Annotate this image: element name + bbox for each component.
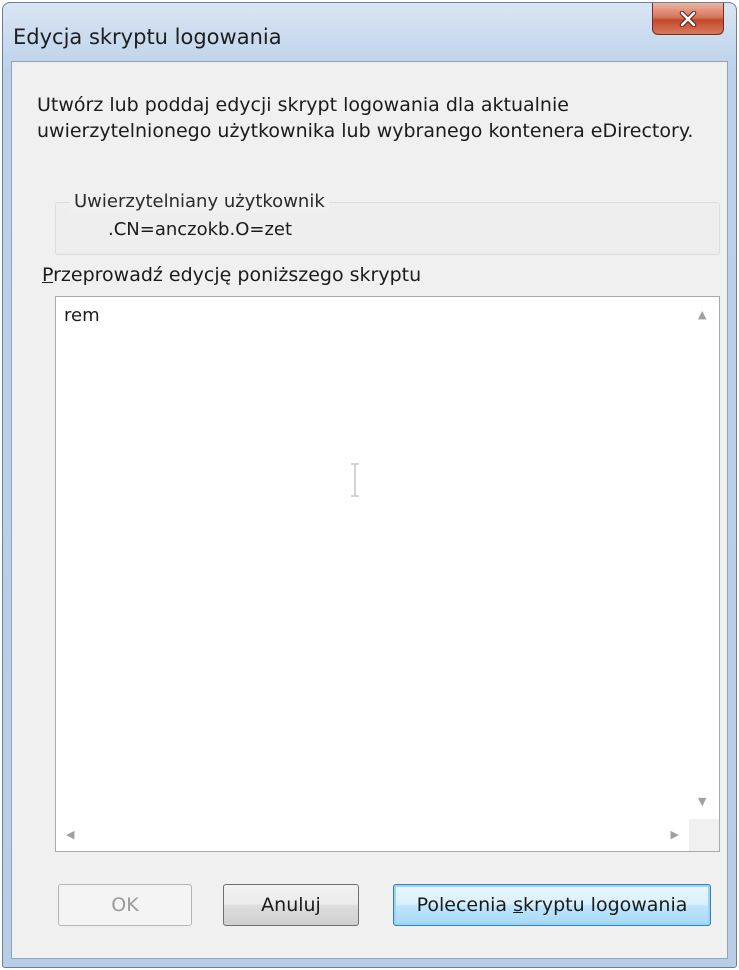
scroll-up-arrow-icon[interactable]: ▲ bbox=[698, 309, 706, 320]
script-editor-text[interactable]: rem bbox=[64, 305, 100, 326]
script-edit-label-text: rzeprowadź edycję poniższego skryptu bbox=[53, 264, 422, 286]
script-edit-label-accelerator: P bbox=[42, 264, 54, 286]
login-script-commands-button[interactable]: Polecenia s kryptu logowania bbox=[393, 884, 711, 926]
close-icon bbox=[679, 10, 697, 27]
window-title: Edycja skryptu logowania bbox=[13, 25, 282, 49]
scrollbar-corner bbox=[689, 819, 719, 851]
commands-button-label-post: kryptu logowania bbox=[523, 894, 688, 916]
horizontal-scrollbar[interactable]: ◀ ▶ bbox=[56, 819, 689, 851]
ok-button-label: OK bbox=[111, 894, 139, 916]
ok-button[interactable]: OK bbox=[58, 884, 192, 926]
vertical-scrollbar[interactable]: ▲ ▼ bbox=[689, 297, 719, 819]
scroll-left-arrow-icon[interactable]: ◀ bbox=[66, 829, 74, 840]
scroll-down-arrow-icon[interactable]: ▼ bbox=[698, 796, 706, 807]
title-bar[interactable]: Edycja skryptu logowania bbox=[3, 3, 736, 61]
authenticated-user-group: Uwierzytelniany użytkownik .CN=anczokb.O… bbox=[55, 191, 720, 255]
script-edit-label: Przeprowadź edycję poniższego skryptu bbox=[42, 264, 421, 286]
dialog-client-area: Utwórz lub poddaj edycji skrypt logowani… bbox=[11, 61, 728, 959]
authenticated-user-value: .CN=anczokb.O=zet bbox=[108, 219, 293, 240]
scroll-right-arrow-icon[interactable]: ▶ bbox=[671, 829, 679, 840]
commands-button-label-accelerator: s bbox=[513, 894, 524, 916]
dialog-window: Edycja skryptu logowania Utwórz lub podd… bbox=[2, 2, 737, 968]
authenticated-user-legend: Uwierzytelniany użytkownik bbox=[70, 191, 329, 212]
dialog-description: Utwórz lub poddaj edycji skrypt logowani… bbox=[37, 94, 694, 142]
close-button[interactable] bbox=[652, 3, 724, 35]
i-beam-cursor-icon bbox=[351, 463, 359, 497]
commands-button-label-pre: Polecenia bbox=[416, 894, 514, 916]
script-editor[interactable]: rem ▲ ▼ ◀ ▶ bbox=[55, 296, 720, 852]
cancel-button[interactable]: Anuluj bbox=[223, 884, 359, 926]
cancel-button-label: Anuluj bbox=[261, 894, 321, 916]
